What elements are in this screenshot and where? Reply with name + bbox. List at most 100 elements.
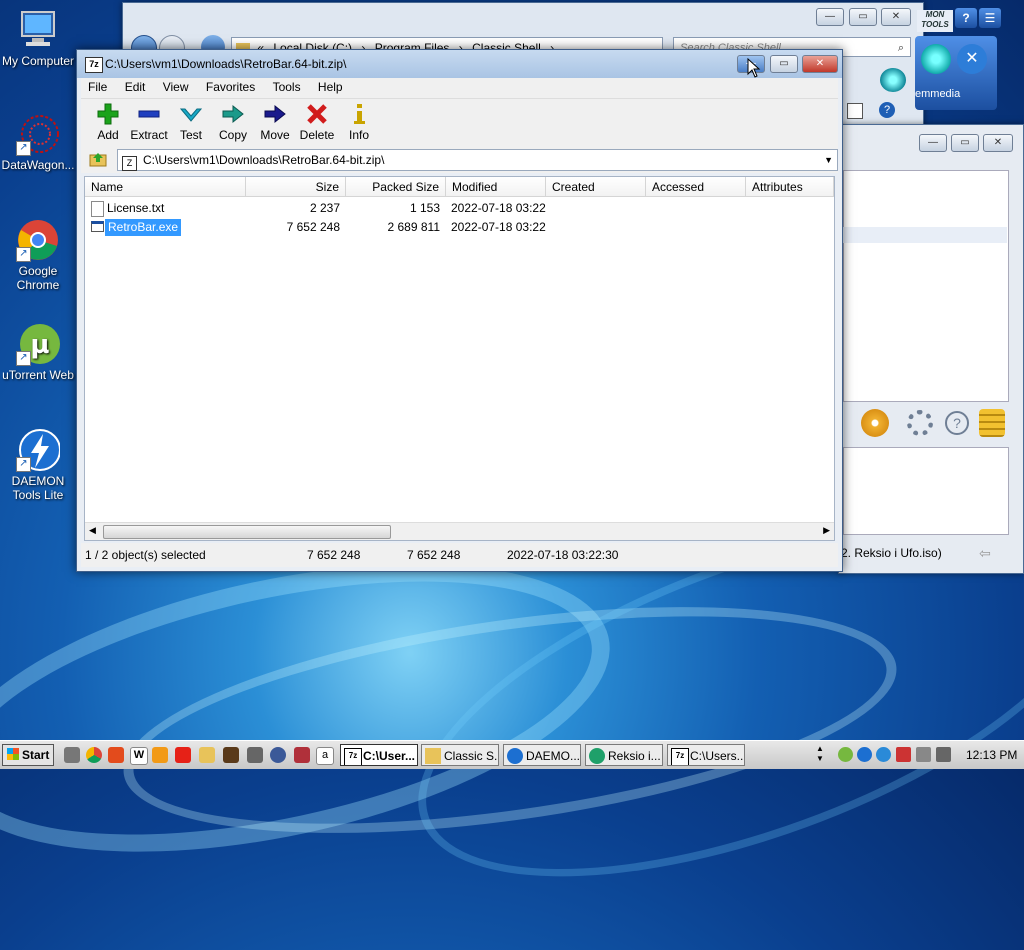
disc-icon[interactable]: [861, 409, 889, 437]
column-header-packed-size[interactable]: Packed Size: [346, 177, 446, 197]
taskbar-button-reksio[interactable]: Reksio i...: [585, 744, 663, 766]
taskbar-button-sevenzip[interactable]: 7z C:\User...: [340, 744, 418, 766]
preview-pane-icon[interactable]: [847, 103, 863, 119]
menu-file[interactable]: File: [81, 78, 114, 94]
dropdown-arrow-icon[interactable]: ▼: [824, 150, 833, 170]
info-panel: [843, 447, 1009, 535]
office-icon[interactable]: [108, 747, 124, 763]
start-button[interactable]: Start: [2, 744, 54, 766]
column-header-name[interactable]: Name: [85, 177, 246, 197]
title-bar[interactable]: 7z C:\Users\vm1\Downloads\RetroBar.64-bi…: [77, 50, 842, 78]
table-row[interactable]: License.txt 2 237 1 153 2022-07-18 03:22: [85, 199, 834, 218]
image-list-row[interactable]: [843, 227, 1007, 243]
emmedia-label: emmedia: [915, 88, 961, 100]
close-button[interactable]: ✕: [983, 134, 1013, 152]
menu-favorites[interactable]: Favorites: [199, 78, 262, 94]
emmedia-tab[interactable]: ✕ emmedia: [915, 36, 997, 110]
desktop-icon-google-chrome[interactable]: ↗ Google Chrome: [0, 218, 76, 292]
tools-icon[interactable]: ✕: [957, 44, 987, 74]
search-icon[interactable]: ⌕: [898, 38, 904, 58]
desktop-icon-daemon-tools-lite[interactable]: ↗ DAEMON Tools Lite: [0, 428, 76, 502]
address-input[interactable]: Z C:\Users\vm1\Downloads\RetroBar.64-bit.…: [117, 149, 838, 171]
scroll-left-arrow-icon[interactable]: ◀: [89, 525, 96, 536]
taskbar-button-classic-shell[interactable]: Classic S...: [421, 744, 499, 766]
app-red-icon[interactable]: [294, 747, 310, 763]
column-header-modified[interactable]: Modified: [446, 177, 546, 197]
sevenzip-window[interactable]: 7z C:\Users\vm1\Downloads\RetroBar.64-bi…: [76, 49, 843, 572]
help-icon[interactable]: ?: [879, 102, 895, 118]
image-list-panel[interactable]: [843, 170, 1009, 402]
maximize-button[interactable]: ▭: [770, 55, 798, 73]
taskbar-button-sevenzip-2[interactable]: 7z C:\Users...: [667, 744, 745, 766]
desktop-icon-utorrent-web[interactable]: µ ↗ uTorrent Web: [0, 322, 76, 382]
help-icon[interactable]: ?: [955, 8, 977, 28]
scroll-right-arrow-icon[interactable]: ▶: [823, 525, 830, 536]
window-title: C:\Users\vm1\Downloads\RetroBar.64-bit.z…: [105, 57, 347, 71]
network-error-tray-icon[interactable]: [896, 747, 911, 762]
volume-tray-icon[interactable]: [916, 747, 931, 762]
folder-up-icon[interactable]: [89, 151, 107, 167]
quicklaunch-e-icon[interactable]: [64, 747, 80, 763]
move-button[interactable]: Move: [254, 101, 296, 142]
display-tray-icon[interactable]: [936, 747, 951, 762]
test-button[interactable]: Test: [170, 101, 212, 142]
taskbar-scroll-arrows[interactable]: ▲ ▼: [810, 744, 830, 766]
info-button[interactable]: Info: [338, 101, 380, 142]
close-button[interactable]: ✕: [881, 8, 911, 26]
facebook-icon[interactable]: [270, 747, 286, 763]
column-header-attributes[interactable]: Attributes: [746, 177, 834, 197]
sync-tray-icon[interactable]: [876, 747, 891, 762]
menu-view[interactable]: View: [156, 78, 196, 94]
chrome-icon: ↗: [16, 218, 60, 262]
address-bar: Z C:\Users\vm1\Downloads\RetroBar.64-bit.…: [81, 147, 838, 173]
column-header-accessed[interactable]: Accessed: [646, 177, 746, 197]
desktop-icon-my-computer[interactable]: My Computer: [0, 8, 76, 68]
copy-label: Copy: [218, 128, 247, 142]
desktop-icon-datawagon[interactable]: ↗ DataWagon...: [0, 112, 76, 172]
daemon-small-icon[interactable]: [880, 68, 906, 92]
media-player-icon[interactable]: [152, 747, 168, 763]
menu-tools[interactable]: Tools: [266, 78, 308, 94]
maximize-button[interactable]: ▭: [951, 134, 979, 152]
daemon-agent-icon: [921, 44, 951, 74]
chrome-icon[interactable]: [86, 747, 102, 763]
daemon-tray-icon[interactable]: [857, 747, 872, 762]
copy-button[interactable]: Copy: [212, 101, 254, 142]
menu-edit[interactable]: Edit: [118, 78, 153, 94]
horizontal-scrollbar[interactable]: ◀ ▶: [85, 522, 834, 540]
minimize-button[interactable]: —: [919, 134, 947, 152]
table-row[interactable]: RetroBar.exe 7 652 248 2 689 811 2022-07…: [85, 218, 834, 237]
file-list[interactable]: Name Size Packed Size Modified Created A…: [84, 176, 835, 541]
column-header-size[interactable]: Size: [246, 177, 346, 197]
app-icon[interactable]: [247, 747, 263, 763]
coins-icon[interactable]: [979, 409, 1005, 437]
close-button[interactable]: ✕: [802, 55, 838, 73]
folder-icon[interactable]: [199, 747, 215, 763]
amazon-icon[interactable]: a: [316, 747, 334, 765]
scrollbar-thumb[interactable]: [103, 525, 391, 539]
back-arrow-icon[interactable]: ⇦: [979, 545, 991, 562]
rss-icon[interactable]: ☰: [979, 8, 1001, 28]
utorrent-tray-icon[interactable]: [838, 747, 853, 762]
ups-icon[interactable]: [223, 747, 239, 763]
extract-button[interactable]: Extract: [128, 101, 170, 142]
daemon-tools-window[interactable]: — ▭ ✕ ? 2. Reksio i Ufo.iso) ⇦: [838, 124, 1024, 574]
move-arrow-icon: [264, 104, 286, 124]
delete-button[interactable]: Delete: [296, 101, 338, 142]
maximize-button[interactable]: ▭: [849, 8, 877, 26]
taskbar-button-daemon[interactable]: DAEMO...: [503, 744, 581, 766]
column-header-created[interactable]: Created: [546, 177, 646, 197]
help-icon[interactable]: ?: [945, 411, 969, 435]
sevenzip-icon: 7z: [344, 748, 362, 765]
wikipedia-icon[interactable]: W: [130, 747, 148, 765]
gear-icon[interactable]: [907, 410, 933, 436]
clock[interactable]: 12:13 PM: [966, 748, 1017, 762]
file-name: RetroBar.exe: [105, 219, 182, 236]
menu-help[interactable]: Help: [311, 78, 350, 94]
datawagon-icon: ↗: [16, 112, 60, 156]
youtube-icon[interactable]: [175, 747, 191, 763]
minimize-button[interactable]: —: [816, 8, 844, 26]
desktop-icon-label: My Computer: [1, 54, 75, 68]
add-button[interactable]: Add: [87, 101, 129, 142]
copy-arrow-icon: [222, 104, 244, 124]
